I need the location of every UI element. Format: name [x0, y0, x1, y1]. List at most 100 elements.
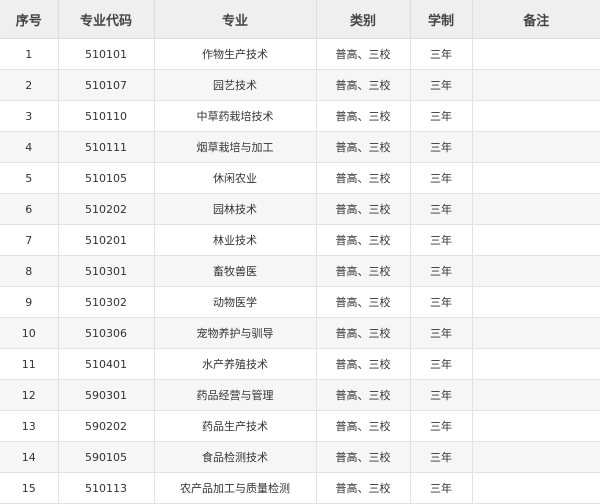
- table-row: 11 510401 水产养殖技术 普高、三校 三年: [0, 348, 600, 380]
- cell-major: 作物生产技术: [153, 38, 317, 70]
- table-row: 13 590202 药品生产技术 普高、三校 三年: [0, 410, 600, 442]
- cell-duration: 三年: [409, 255, 473, 287]
- cell-category: 普高、三校: [315, 193, 411, 225]
- cell-code: 510105: [57, 162, 155, 194]
- cell-category: 普高、三校: [315, 410, 411, 442]
- header-row: 序号 专业代码 专业 类别 学制 备注: [0, 0, 600, 39]
- cell-duration: 三年: [409, 317, 473, 349]
- table-row: 12 590301 药品经营与管理 普高、三校 三年: [0, 379, 600, 411]
- table-row: 8 510301 畜牧兽医 普高、三校 三年: [0, 255, 600, 287]
- cell-duration: 三年: [409, 441, 473, 473]
- cell-note: [471, 38, 600, 70]
- cell-code: 510202: [57, 193, 155, 225]
- cell-category: 普高、三校: [315, 255, 411, 287]
- cell-code: 510301: [57, 255, 155, 287]
- cell-no: 13: [0, 410, 59, 442]
- table-row: 2 510107 园艺技术 普高、三校 三年: [0, 69, 600, 101]
- cell-major: 食品检测技术: [153, 441, 317, 473]
- cell-major: 畜牧兽医: [153, 255, 317, 287]
- cell-no: 7: [0, 224, 59, 256]
- cell-major: 休闲农业: [153, 162, 317, 194]
- cell-no: 9: [0, 286, 59, 318]
- cell-note: [471, 69, 600, 101]
- cell-major: 药品生产技术: [153, 410, 317, 442]
- table-row: 5 510105 休闲农业 普高、三校 三年: [0, 162, 600, 194]
- table-row: 1 510101 作物生产技术 普高、三校 三年: [0, 38, 600, 70]
- cell-code: 590301: [57, 379, 155, 411]
- cell-major: 园艺技术: [153, 69, 317, 101]
- cell-duration: 三年: [409, 38, 473, 70]
- header-code: 专业代码: [57, 0, 155, 39]
- cell-duration: 三年: [409, 100, 473, 132]
- majors-table: 序号 专业代码 专业 类别 学制 备注 1 510101 作物生产技术 普高、三校 三年…: [0, 0, 600, 504]
- cell-major: 水产养殖技术: [153, 348, 317, 380]
- cell-major: 园林技术: [153, 193, 317, 225]
- cell-note: [471, 317, 600, 349]
- cell-category: 普高、三校: [315, 224, 411, 256]
- cell-code: 590202: [57, 410, 155, 442]
- table-row: 3 510110 中草药栽培技术 普高、三校 三年: [0, 100, 600, 132]
- cell-no: 14: [0, 441, 59, 473]
- cell-code: 510110: [57, 100, 155, 132]
- cell-note: [471, 193, 600, 225]
- cell-no: 5: [0, 162, 59, 194]
- header-category: 类别: [315, 0, 411, 39]
- table-row: 14 590105 食品检测技术 普高、三校 三年: [0, 441, 600, 473]
- cell-note: [471, 379, 600, 411]
- cell-note: [471, 348, 600, 380]
- table-row: 7 510201 林业技术 普高、三校 三年: [0, 224, 600, 256]
- cell-category: 普高、三校: [315, 441, 411, 473]
- cell-note: [471, 441, 600, 473]
- cell-major: 动物医学: [153, 286, 317, 318]
- cell-duration: 三年: [409, 162, 473, 194]
- cell-duration: 三年: [409, 286, 473, 318]
- cell-code: 510107: [57, 69, 155, 101]
- cell-major: 药品经营与管理: [153, 379, 317, 411]
- cell-category: 普高、三校: [315, 69, 411, 101]
- cell-code: 510302: [57, 286, 155, 318]
- header-major: 专业: [153, 0, 317, 39]
- table-row: 4 510111 烟草栽培与加工 普高、三校 三年: [0, 131, 600, 163]
- cell-no: 2: [0, 69, 59, 101]
- cell-no: 10: [0, 317, 59, 349]
- cell-duration: 三年: [409, 348, 473, 380]
- cell-category: 普高、三校: [315, 379, 411, 411]
- cell-code: 510101: [57, 38, 155, 70]
- header-note: 备注: [471, 0, 600, 39]
- cell-note: [471, 162, 600, 194]
- cell-major: 烟草栽培与加工: [153, 131, 317, 163]
- cell-note: [471, 224, 600, 256]
- table-row: 9 510302 动物医学 普高、三校 三年: [0, 286, 600, 318]
- cell-code: 510306: [57, 317, 155, 349]
- cell-note: [471, 131, 600, 163]
- cell-code: 510201: [57, 224, 155, 256]
- table-row: 10 510306 宠物养护与驯导 普高、三校 三年: [0, 317, 600, 349]
- cell-duration: 三年: [409, 193, 473, 225]
- cell-category: 普高、三校: [315, 38, 411, 70]
- cell-no: 11: [0, 348, 59, 380]
- cell-no: 12: [0, 379, 59, 411]
- cell-code: 590105: [57, 441, 155, 473]
- cell-note: [471, 255, 600, 287]
- cell-no: 1: [0, 38, 59, 70]
- cell-major: 中草药栽培技术: [153, 100, 317, 132]
- cell-note: [471, 410, 600, 442]
- cell-no: 8: [0, 255, 59, 287]
- cell-code: 510111: [57, 131, 155, 163]
- cell-no: 4: [0, 131, 59, 163]
- cell-category: 普高、三校: [315, 100, 411, 132]
- cell-duration: 三年: [409, 69, 473, 101]
- cell-major: 宠物养护与驯导: [153, 317, 317, 349]
- cell-category: 普高、三校: [315, 348, 411, 380]
- header-no: 序号: [0, 0, 59, 39]
- cell-no: 3: [0, 100, 59, 132]
- cell-duration: 三年: [409, 131, 473, 163]
- cell-note: [471, 286, 600, 318]
- cell-duration: 三年: [409, 224, 473, 256]
- header-duration: 学制: [409, 0, 473, 39]
- cell-duration: 三年: [409, 379, 473, 411]
- table-body: 1 510101 作物生产技术 普高、三校 三年 2 510107 园艺技术 普高、三校 三年 3 5…: [0, 38, 600, 504]
- table-row: 6 510202 园林技术 普高、三校 三年: [0, 193, 600, 225]
- cell-category: 普高、三校: [315, 286, 411, 318]
- cell-no: 6: [0, 193, 59, 225]
